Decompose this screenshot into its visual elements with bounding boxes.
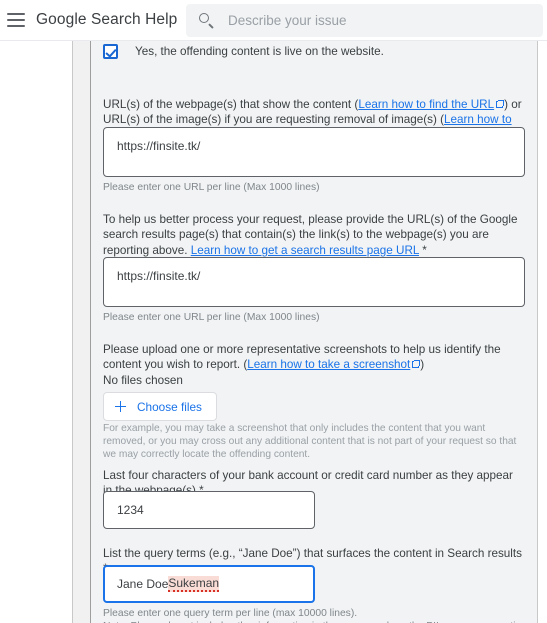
help-search-box[interactable]: Describe your issue — [186, 4, 543, 37]
query-terms-misspelled-word: Sukeman — [168, 576, 220, 592]
removal-request-form: Yes, the offending content is live on th… — [91, 41, 537, 623]
url-webpages-hint: Please enter one URL per line (Max 1000 … — [103, 182, 320, 193]
left-nav-rail — [0, 41, 73, 623]
hamburger-line — [7, 19, 25, 21]
learn-take-screenshot-link[interactable]: Learn how to take a screenshot — [247, 358, 410, 371]
bank-last-four-input[interactable] — [103, 491, 315, 529]
app-header: Google Search Help Describe your issue — [0, 0, 547, 41]
left-gutter — [73, 41, 91, 623]
live-content-checkbox-row[interactable]: Yes, the offending content is live on th… — [103, 44, 525, 59]
learn-find-url-link[interactable]: Learn how to find the URL — [358, 98, 494, 111]
page-body: Yes, the offending content is live on th… — [0, 41, 547, 623]
choose-files-button[interactable]: Choose files — [103, 392, 217, 421]
sr-desc-part2: * — [418, 243, 427, 257]
query-terms-hint: Please enter one query term per line (ma… — [103, 608, 358, 619]
hamburger-menu-icon[interactable] — [7, 13, 25, 27]
choose-files-row: Choose files — [103, 392, 525, 421]
app-title: Google Search Help — [36, 11, 178, 28]
ss-desc-part2: ) — [420, 358, 425, 372]
search-results-url-description: To help us better process your request, … — [103, 212, 525, 258]
external-link-icon — [496, 99, 504, 108]
hamburger-line — [7, 25, 25, 27]
url-webpages-textarea[interactable] — [103, 127, 525, 177]
search-input-placeholder[interactable]: Describe your issue — [228, 13, 347, 28]
choose-files-label: Choose files — [137, 399, 202, 414]
search-results-url-hint: Please enter one URL per line (Max 1000 … — [103, 312, 320, 323]
query-terms-value: Jane Doe — [117, 577, 169, 591]
external-link-icon — [412, 359, 420, 369]
url-desc-part1: URL(s) of the webpage(s) that show the c… — [103, 98, 359, 111]
no-files-chosen-text: No files chosen — [103, 374, 183, 387]
live-content-checkbox[interactable] — [103, 44, 118, 59]
live-content-checkbox-label: Yes, the offending content is live on th… — [135, 45, 384, 58]
query-terms-input[interactable]: Jane Doe Sukeman — [103, 565, 315, 603]
hamburger-line — [7, 13, 25, 15]
search-icon-handle — [207, 22, 213, 28]
screenshots-note: For example, you may take a screenshot t… — [103, 423, 517, 461]
plus-icon — [115, 401, 126, 412]
learn-search-results-url-link[interactable]: Learn how to get a search results page U… — [191, 244, 419, 257]
screenshots-description: Please upload one or more representative… — [103, 342, 525, 373]
search-icon — [199, 12, 215, 29]
right-margin — [538, 41, 547, 623]
search-results-url-textarea[interactable] — [103, 257, 525, 307]
search-icon-ring — [199, 12, 209, 23]
